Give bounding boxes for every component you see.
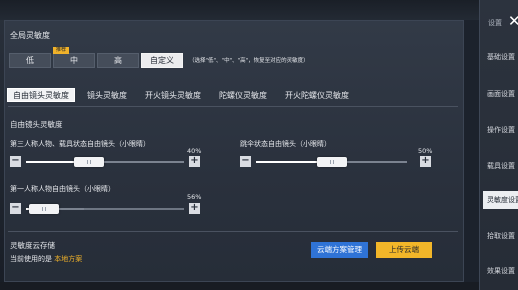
- current-scheme-row: 当前使用的是 本地方案: [10, 254, 82, 264]
- slider-parachute-minus-button[interactable]: −: [240, 156, 251, 167]
- slider-parachute-thumb[interactable]: [316, 157, 347, 167]
- slider-first-person-plus-button[interactable]: +: [189, 203, 200, 214]
- slider-first-person-value: 56%: [187, 193, 202, 201]
- slider-first-person-track-rest: [84, 208, 184, 210]
- preset-high-button[interactable]: 高: [97, 52, 139, 68]
- tabs-divider: [8, 106, 458, 107]
- tab-gyroscope[interactable]: 陀螺仪灵敏度: [213, 88, 273, 102]
- sidebar-item-vehicle[interactable]: 载具设置: [487, 157, 518, 175]
- slider-third-person-thumb[interactable]: [74, 157, 105, 167]
- sidebar-item-effects[interactable]: 效果设置: [487, 262, 518, 280]
- slider-third-person-label: 第三人称人物、载具状态自由镜头（小眼睛）: [10, 140, 150, 148]
- preset-custom-button[interactable]: 自定义: [141, 52, 183, 68]
- global-sensitivity-title: 全局灵敏度: [10, 31, 50, 40]
- tab-free-look[interactable]: 自由镜头灵敏度: [7, 88, 75, 102]
- sidebar-item-sensitivity[interactable]: 灵敏度设置: [483, 191, 518, 209]
- top-frame: [0, 0, 518, 20]
- slider-first-person-minus-button[interactable]: −: [10, 203, 21, 214]
- slider-parachute-label: 跳伞状态自由镜头（小眼睛）: [240, 140, 331, 148]
- current-scheme-name: 本地方案: [54, 255, 83, 263]
- tab-fire-camera[interactable]: 开火镜头灵敏度: [139, 88, 207, 102]
- cloud-divider: [8, 231, 458, 232]
- slider-parachute-plus-button[interactable]: +: [420, 156, 431, 167]
- preset-low-button[interactable]: 低: [9, 52, 51, 68]
- sidebar-item-controls[interactable]: 操作设置: [487, 121, 518, 139]
- sensitivity-tabs: 自由镜头灵敏度 镜头灵敏度 开火镜头灵敏度 陀螺仪灵敏度 开火陀螺仪灵敏度: [7, 88, 361, 102]
- preset-selector: 低 推荐 中 高 自定义 （选择"低"、"中"、"高"，恢复至对应的灵敏度）: [9, 46, 309, 68]
- recommended-badge: 推荐: [53, 46, 70, 54]
- upload-cloud-button[interactable]: 上传云端: [376, 242, 432, 258]
- slider-parachute-value: 50%: [418, 147, 433, 155]
- tab-camera[interactable]: 镜头灵敏度: [81, 88, 133, 102]
- slider-third-person-minus-button[interactable]: −: [10, 156, 21, 167]
- cloud-scheme-manage-button[interactable]: 云端方案管理: [311, 242, 368, 258]
- slider-third-person-track[interactable]: [26, 157, 184, 167]
- slider-first-person-label: 第一人称人物自由镜头（小眼睛）: [10, 185, 115, 193]
- bottom-frame: [0, 282, 518, 290]
- preset-medium-button[interactable]: 推荐 中: [53, 46, 95, 68]
- slider-third-person-plus-button[interactable]: +: [189, 156, 200, 167]
- tab-fire-gyroscope[interactable]: 开火陀螺仪灵敏度: [279, 88, 355, 102]
- slider-parachute-track[interactable]: [256, 157, 407, 167]
- sidebar-item-pickup[interactable]: 拾取设置: [487, 227, 518, 245]
- slider-third-person-value: 40%: [187, 147, 202, 155]
- close-icon[interactable]: ✕: [508, 14, 518, 29]
- free-look-section-title: 自由镜头灵敏度: [10, 120, 63, 129]
- slider-first-person-track[interactable]: [26, 204, 84, 214]
- slider-first-person-thumb[interactable]: [28, 204, 59, 214]
- sidebar-item-basic[interactable]: 基础设置: [487, 48, 518, 66]
- cloud-storage-title: 灵敏度云存储: [10, 241, 55, 250]
- current-scheme-prefix: 当前使用的是: [10, 255, 52, 263]
- preset-hint-text: （选择"低"、"中"、"高"，恢复至对应的灵敏度）: [189, 58, 309, 64]
- settings-sidebar: 设置 基础设置 画面设置 操作设置 载具设置 灵敏度设置 拾取设置 效果设置: [479, 0, 518, 290]
- sidebar-item-graphics[interactable]: 画面设置: [487, 85, 518, 103]
- preset-medium-label: 中: [70, 55, 78, 65]
